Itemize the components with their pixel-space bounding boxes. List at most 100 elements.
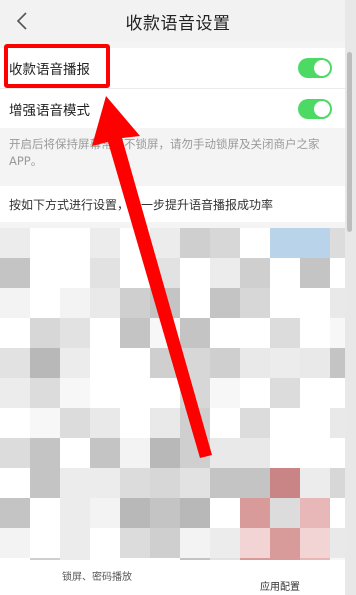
mosaic-tile	[210, 408, 240, 438]
mosaic-tile	[60, 228, 90, 258]
mosaic-tile	[270, 348, 300, 378]
mosaic-tile	[300, 228, 330, 258]
mosaic-tile	[180, 228, 210, 258]
mosaic-tile	[30, 468, 60, 498]
mosaic-tile	[120, 378, 150, 408]
mosaic-tile	[210, 438, 240, 468]
mosaic-tile	[180, 408, 210, 438]
mosaic-tile	[300, 348, 330, 378]
mosaic-tile	[120, 438, 150, 468]
mosaic-tile	[30, 348, 60, 378]
mosaic-tile	[240, 498, 270, 528]
mosaic-tile	[120, 498, 150, 528]
scroll-thumb[interactable]	[347, 52, 352, 232]
mosaic-tile	[0, 348, 30, 378]
bottom-strip	[0, 560, 356, 595]
mosaic-tile	[90, 468, 120, 498]
back-button[interactable]	[8, 6, 36, 36]
setting-label-enhanced-voice: 增强语音模式	[9, 102, 90, 119]
mosaic-tile	[150, 408, 180, 438]
mosaic-tile	[150, 468, 180, 498]
mosaic-tile	[60, 318, 90, 348]
mosaic-tile	[270, 528, 300, 558]
mosaic-tile	[120, 288, 150, 318]
mosaic-tile	[180, 318, 210, 348]
mosaic-tile	[90, 228, 120, 258]
mosaic-tile	[270, 318, 300, 348]
annotation-highlight-box	[4, 44, 110, 88]
mosaic-tile	[120, 348, 150, 378]
mosaic-tile	[300, 378, 330, 408]
mosaic-tile	[270, 288, 300, 318]
mosaic-tile	[30, 318, 60, 348]
mosaic-tile	[300, 408, 330, 438]
mosaic-tile	[90, 498, 120, 528]
mosaic-tile	[30, 408, 60, 438]
mosaic-tile	[90, 288, 120, 318]
mosaic-tile	[270, 378, 300, 408]
mosaic-tile	[30, 528, 60, 558]
mosaic-tile	[210, 288, 240, 318]
enhanced-voice-toggle[interactable]	[298, 98, 332, 119]
mosaic-tile	[0, 228, 30, 258]
mosaic-tile	[0, 468, 30, 498]
mosaic-tile	[0, 408, 30, 438]
mosaic-tile	[120, 528, 150, 558]
mosaic-tile	[0, 288, 30, 318]
mosaic-tile	[240, 378, 270, 408]
mosaic-tile	[60, 438, 90, 468]
mosaic-tile	[210, 498, 240, 528]
mosaic-tile	[300, 438, 330, 468]
mosaic-tile	[120, 408, 150, 438]
mosaic-tile	[30, 228, 60, 258]
mosaic-tile	[150, 258, 180, 288]
mosaic-tile	[270, 228, 300, 258]
mosaic-tile	[180, 468, 210, 498]
setting-row-enhanced-voice: 增强语音模式	[0, 88, 345, 128]
mosaic-tile	[240, 468, 270, 498]
mosaic-tile	[150, 438, 180, 468]
mosaic-tile	[180, 498, 210, 528]
mosaic-tile	[210, 258, 240, 288]
mosaic-tile	[60, 258, 90, 288]
mosaic-tile	[180, 528, 210, 558]
mosaic-tile	[150, 498, 180, 528]
mosaic-tile	[60, 498, 90, 528]
mosaic-tile	[240, 438, 270, 468]
mosaic-tile	[210, 228, 240, 258]
mosaic-tile	[300, 318, 330, 348]
mosaic-tile	[90, 528, 120, 558]
mosaic-tile	[300, 258, 330, 288]
toggle-knob	[314, 100, 330, 117]
mosaic-tile	[150, 348, 180, 378]
mosaic-tile	[180, 288, 210, 318]
mosaic-tile	[90, 258, 120, 288]
mosaic-tile	[270, 258, 300, 288]
mosaic-tile	[150, 378, 180, 408]
mosaic-tile	[180, 378, 210, 408]
hint-text: 开启后将保持屏幕常亮不锁屏，请勿手动锁屏及关闭商户之家APP。	[9, 137, 320, 168]
mosaic-tile	[210, 468, 240, 498]
mosaic-tile	[210, 318, 240, 348]
screen: 收款语音设置 收款语音播报 增强语音模式 开启后将保持屏幕常亮不锁屏，请勿手动锁…	[0, 0, 356, 595]
voice-broadcast-toggle[interactable]	[298, 58, 332, 78]
mosaic-tile	[120, 318, 150, 348]
mosaic-tile	[0, 378, 30, 408]
mosaic-tile	[240, 228, 270, 258]
mosaic-tile	[30, 498, 60, 528]
bottom-left-label: 锁屏、密码播放	[62, 572, 132, 583]
mosaic-tile	[270, 498, 300, 528]
mosaic-tile	[90, 318, 120, 348]
mosaic-tile	[300, 498, 330, 528]
mosaic-tile	[90, 408, 120, 438]
mosaic-tile	[180, 438, 210, 468]
toggle-knob	[314, 60, 330, 76]
mosaic-tile	[90, 438, 120, 468]
app-config-button[interactable]: 应用配置	[260, 578, 300, 593]
instruction-text: 按如下方式进行设置，进一步提升语音播报成功率	[9, 198, 274, 212]
mosaic-tile	[150, 288, 180, 318]
mosaic-tile	[30, 258, 60, 288]
mosaic-tile	[60, 408, 90, 438]
mosaic-tile	[0, 438, 30, 468]
mosaic-tile	[90, 348, 120, 378]
